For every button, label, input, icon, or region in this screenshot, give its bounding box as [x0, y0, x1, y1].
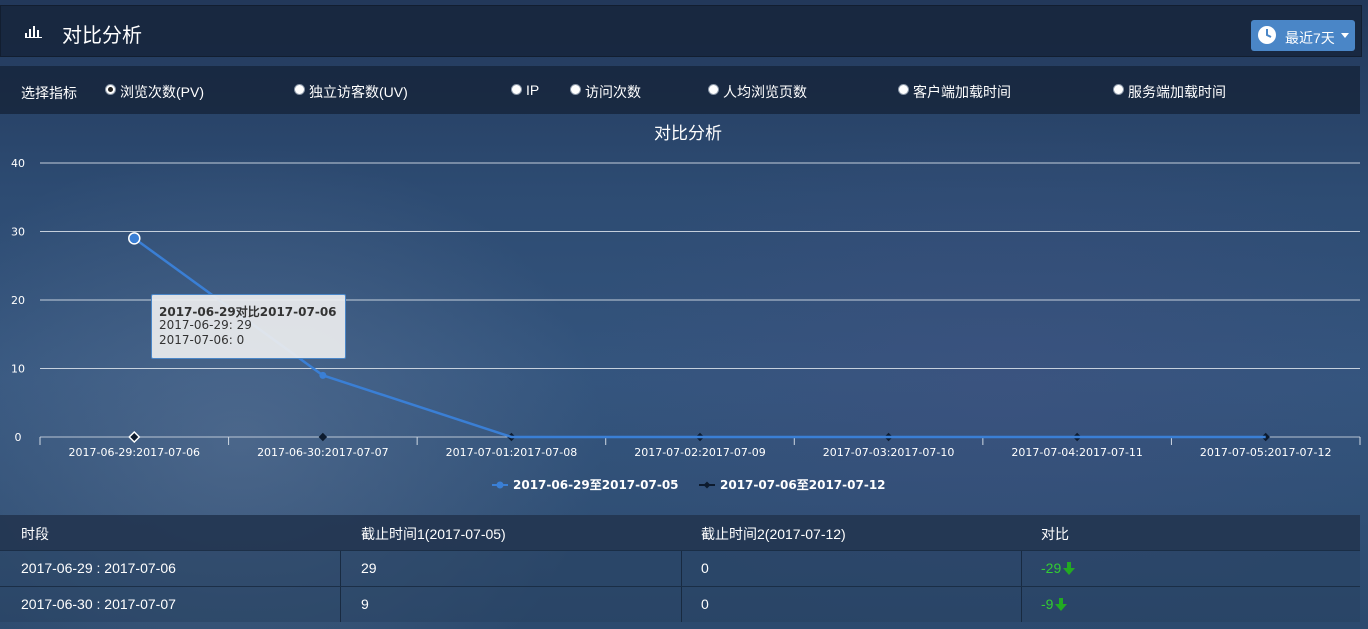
legend-series2-label: 2017-07-06至2017-07-12	[720, 478, 886, 492]
radio-icon	[898, 84, 909, 95]
table-cell: 0	[681, 551, 1022, 586]
legend-series1-label: 2017-06-29至2017-07-05	[513, 478, 679, 492]
table-cell: -29	[1021, 551, 1360, 586]
radio-icon	[1113, 84, 1124, 95]
table-row: 2017-06-29 : 2017-07-06 29 0 -29	[0, 550, 1360, 586]
table-cell: -9	[1021, 587, 1360, 622]
y-tick-label: 10	[11, 363, 25, 376]
legend-series2-marker	[703, 481, 711, 489]
table-cell: 2017-06-29 : 2017-07-06	[0, 551, 341, 586]
delta-value: -9	[1041, 596, 1054, 612]
x-tick-label: 2017-06-29:2017-07-06	[69, 446, 201, 459]
tooltip-line: 2017-07-06: 0	[159, 333, 245, 347]
table-header: 时段 截止时间1(2017-07-05) 截止时间2(2017-07-12) 对…	[0, 515, 1360, 550]
column-header: 截止时间2(2017-07-12)	[701, 526, 846, 542]
metric-option-label: 服务端加载时间	[1128, 84, 1226, 100]
date-range-label: 最近7天	[1285, 30, 1335, 46]
table-cell: 2017-06-30 : 2017-07-07	[0, 587, 341, 622]
tooltip-line: 2017-06-29: 29	[159, 318, 252, 332]
page-header: 对比分析 最近7天	[0, 5, 1362, 57]
radio-icon	[708, 84, 719, 95]
y-tick-label: 0	[15, 431, 22, 444]
arrow-down-icon	[1063, 562, 1076, 575]
metric-option-label: 独立访客数(UV)	[309, 84, 408, 100]
series2-point	[128, 430, 141, 444]
delta-value: -29	[1041, 560, 1062, 576]
y-tick-label: 30	[11, 226, 25, 239]
metric-option-label: 客户端加载时间	[913, 84, 1011, 100]
metric-option-label: 浏览次数(PV)	[120, 84, 204, 100]
x-tick-label: 2017-07-01:2017-07-08	[446, 446, 578, 459]
page-title: 对比分析	[62, 25, 142, 47]
column-header: 时段	[21, 526, 49, 542]
series1-point	[128, 232, 141, 245]
metric-option-label: IP	[526, 82, 540, 98]
table-cell: 29	[341, 551, 682, 586]
series1-point	[319, 371, 327, 379]
metric-option-label: 人均浏览页数	[723, 84, 807, 100]
table-cell: 9	[341, 587, 682, 622]
comparison-table: 时段 截止时间1(2017-07-05) 截止时间2(2017-07-12) 对…	[0, 515, 1360, 622]
radio-icon	[511, 84, 522, 95]
column-header: 截止时间1(2017-07-05)	[361, 526, 506, 542]
x-tick-label: 2017-06-30:2017-07-07	[257, 446, 389, 459]
table-cell: 0	[681, 587, 1022, 622]
y-tick-label: 40	[11, 157, 25, 170]
metric-selector: 选择指标 浏览次数(PV) 独立访客数(UV) IP 访问次数 人均浏览页数 客…	[0, 66, 1360, 114]
radio-icon	[294, 84, 305, 95]
column-header: 对比	[1041, 526, 1069, 542]
x-tick-label: 2017-07-05:2017-07-12	[1200, 446, 1332, 459]
chevron-down-icon	[1341, 33, 1349, 38]
y-tick-label: 20	[11, 294, 25, 307]
chart-title: 对比分析	[654, 124, 722, 143]
series2-point	[318, 432, 328, 442]
table-row: 2017-06-30 : 2017-07-07 9 0 -9	[0, 586, 1360, 622]
clock-icon	[1258, 26, 1276, 44]
x-tick-label: 2017-07-02:2017-07-09	[634, 446, 766, 459]
date-range-dropdown[interactable]: 最近7天	[1251, 20, 1355, 51]
legend-series1-marker	[496, 481, 504, 489]
arrow-down-icon	[1055, 598, 1068, 611]
bar-chart-icon	[25, 26, 42, 38]
radio-icon	[105, 84, 116, 95]
x-tick-label: 2017-07-04:2017-07-11	[1011, 446, 1143, 459]
metric-option-label: 访问次数	[585, 84, 641, 100]
radio-icon	[570, 84, 581, 95]
metric-selector-label: 选择指标	[21, 85, 77, 101]
x-tick-label: 2017-07-03:2017-07-10	[823, 446, 955, 459]
chart-tooltip: 2017-06-29对比2017-07-06 2017-06-29: 29 20…	[151, 294, 346, 359]
